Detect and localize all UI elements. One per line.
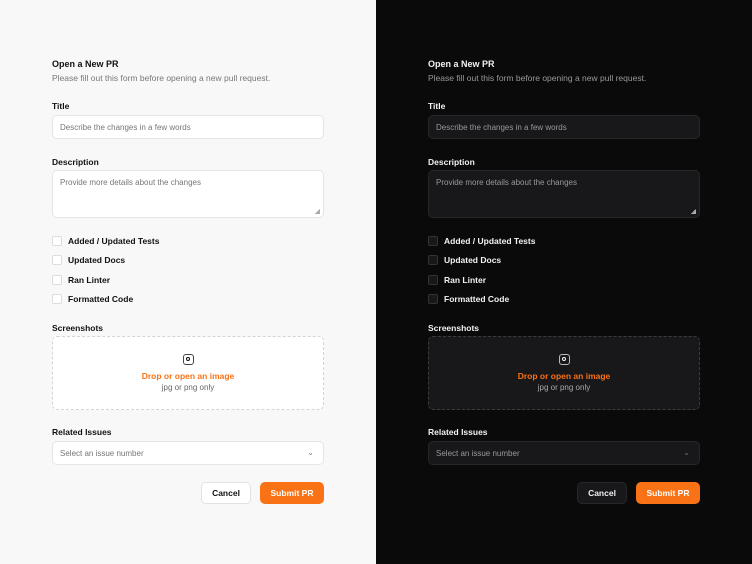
form-heading: Open a New PR <box>52 59 119 69</box>
issues-select[interactable]: Select an issue number ⌄ <box>428 441 700 465</box>
checkbox-label: Updated Docs <box>444 255 502 265</box>
light-theme-form: Open a New PR Please fill out this form … <box>0 0 376 564</box>
image-icon <box>558 354 570 365</box>
chevron-down-icon: ⌄ <box>307 448 314 457</box>
checkbox-linter[interactable]: Ran Linter <box>52 275 110 285</box>
screenshots-label: Screenshots <box>52 323 104 333</box>
description-placeholder: Provide more details about the changes <box>60 178 201 187</box>
title-label: Title <box>428 101 446 111</box>
cancel-button[interactable]: Cancel <box>201 482 251 504</box>
issues-placeholder: Select an issue number <box>436 448 520 458</box>
description-textarea[interactable]: Provide more details about the changes <box>52 170 324 218</box>
checkbox-label: Updated Docs <box>68 255 126 265</box>
cancel-button[interactable]: Cancel <box>577 482 627 504</box>
checkbox-label: Ran Linter <box>444 275 487 285</box>
checkbox-docs[interactable]: Updated Docs <box>52 255 125 265</box>
image-dropzone[interactable]: Drop or open an image jpg or png only <box>52 336 324 410</box>
checkbox-icon[interactable] <box>428 294 438 304</box>
screenshots-label: Screenshots <box>428 323 480 333</box>
form-subtitle: Please fill out this form before opening… <box>428 73 647 83</box>
issues-placeholder: Select an issue number <box>60 448 144 458</box>
description-label: Description <box>52 157 99 167</box>
dark-theme-form: Open a New PR Please fill out this form … <box>376 0 752 564</box>
issues-select[interactable]: Select an issue number ⌄ <box>52 441 324 465</box>
checkbox-tests[interactable]: Added / Updated Tests <box>428 236 535 246</box>
issues-label: Related Issues <box>52 427 112 437</box>
checkbox-linter[interactable]: Ran Linter <box>428 275 486 285</box>
checkbox-tests[interactable]: Added / Updated Tests <box>52 236 159 246</box>
checkbox-icon[interactable] <box>428 255 438 265</box>
title-input[interactable]: Describe the changes in a few words <box>52 115 324 139</box>
description-textarea[interactable]: Provide more details about the changes <box>428 170 700 218</box>
checkbox-label: Ran Linter <box>68 275 111 285</box>
title-input[interactable]: Describe the changes in a few words <box>428 115 700 139</box>
title-label: Title <box>52 101 70 111</box>
checkbox-label: Added / Updated Tests <box>444 236 536 246</box>
chevron-down-icon: ⌄ <box>683 448 690 457</box>
checkbox-label: Formatted Code <box>68 294 134 304</box>
title-placeholder: Describe the changes in a few words <box>436 122 567 132</box>
checkbox-icon[interactable] <box>428 275 438 285</box>
checkbox-icon[interactable] <box>52 294 62 304</box>
checkbox-label: Formatted Code <box>444 294 510 304</box>
image-dropzone[interactable]: Drop or open an image jpg or png only <box>428 336 700 410</box>
form-subtitle: Please fill out this form before opening… <box>52 73 271 83</box>
checkbox-icon[interactable] <box>428 236 438 246</box>
form-heading: Open a New PR <box>428 59 495 69</box>
issues-label: Related Issues <box>428 427 488 437</box>
submit-button[interactable]: Submit PR <box>636 482 700 504</box>
image-icon <box>182 354 194 365</box>
checkbox-icon[interactable] <box>52 255 62 265</box>
description-label: Description <box>428 157 475 167</box>
drop-text[interactable]: Drop or open an image <box>142 371 235 381</box>
checkbox-docs[interactable]: Updated Docs <box>428 255 501 265</box>
drop-text[interactable]: Drop or open an image <box>518 371 611 381</box>
checkbox-label: Added / Updated Tests <box>68 236 160 246</box>
submit-button[interactable]: Submit PR <box>260 482 324 504</box>
description-placeholder: Provide more details about the changes <box>436 178 577 187</box>
checkbox-icon[interactable] <box>52 236 62 246</box>
drop-hint: jpg or png only <box>537 383 591 392</box>
resize-handle-icon[interactable] <box>315 209 320 214</box>
checkbox-formatted[interactable]: Formatted Code <box>428 294 509 304</box>
drop-hint: jpg or png only <box>161 383 215 392</box>
resize-handle-icon[interactable] <box>691 209 696 214</box>
checkbox-icon[interactable] <box>52 275 62 285</box>
title-placeholder: Describe the changes in a few words <box>60 122 191 132</box>
checkbox-formatted[interactable]: Formatted Code <box>52 294 133 304</box>
